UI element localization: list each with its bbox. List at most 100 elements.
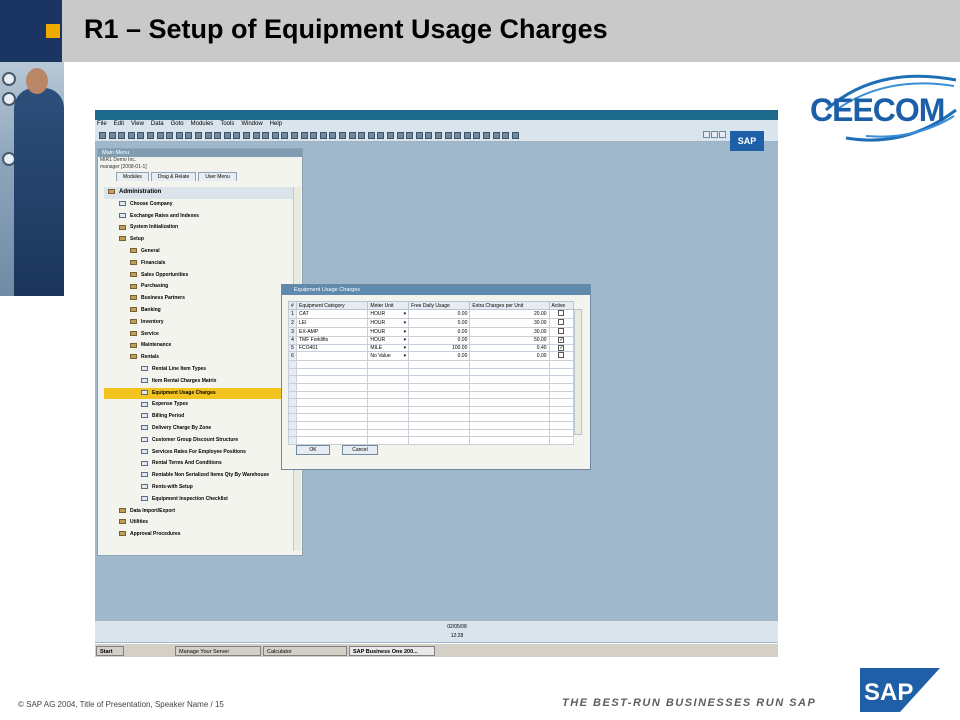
empty-cell[interactable] (288, 405, 297, 415)
empty-cell[interactable] (367, 375, 410, 384)
tree-item[interactable]: Billing Period (104, 411, 294, 423)
empty-cell[interactable] (408, 428, 471, 438)
empty-cell[interactable] (288, 420, 297, 430)
empty-cell[interactable] (367, 360, 410, 369)
toolbar-button-icon[interactable] (281, 132, 289, 139)
toolbar-button-icon[interactable] (137, 132, 145, 139)
empty-table-row[interactable] (288, 398, 575, 407)
taskbar-item-sap-b1[interactable]: SAP Business One 200... (349, 646, 435, 656)
empty-cell[interactable] (295, 420, 369, 430)
toolbar-button-icon[interactable] (377, 132, 385, 139)
toolbar-button-icon[interactable] (233, 132, 241, 139)
toolbar-button-icon[interactable] (204, 132, 212, 139)
empty-cell[interactable] (408, 382, 471, 392)
tree-item[interactable]: Administration (104, 187, 294, 199)
empty-table-row[interactable] (288, 405, 575, 415)
tree-item[interactable]: Services Rates For Employee Positions (104, 447, 294, 459)
tree-item[interactable]: Purchasing (104, 281, 294, 293)
ok-button[interactable]: OK (296, 445, 330, 455)
dropdown-arrow-icon[interactable]: ▾ (404, 345, 407, 351)
extra-charges-cell[interactable]: 30.00 (469, 318, 550, 328)
toolbar-button-icon[interactable] (425, 132, 433, 139)
dropdown-arrow-icon[interactable]: ▾ (404, 337, 407, 343)
tree-item[interactable]: Data Import/Export (104, 506, 294, 518)
empty-cell[interactable] (408, 436, 471, 445)
empty-cell[interactable] (288, 436, 297, 445)
toolbar-button-icon[interactable] (175, 132, 183, 139)
equipment-category-cell[interactable]: CAT (295, 309, 369, 319)
toolbar-button-icon[interactable] (147, 132, 154, 139)
active-checkbox[interactable]: ✓ (558, 337, 565, 344)
meter-unit-select[interactable]: HOUR ▾ (367, 327, 410, 337)
toolbar-button-icon[interactable] (99, 132, 106, 139)
tree-item[interactable]: Expense Types (104, 399, 294, 411)
empty-cell[interactable] (295, 405, 369, 415)
active-checkbox[interactable] (558, 310, 565, 316)
menu-item-data[interactable]: Data (151, 121, 164, 127)
tab-modules[interactable]: Modules (116, 172, 149, 181)
empty-cell[interactable] (408, 367, 471, 377)
toolbar-button-icon[interactable] (454, 132, 462, 139)
empty-cell[interactable] (367, 420, 410, 430)
empty-cell[interactable] (288, 360, 297, 369)
free-daily-usage-cell[interactable]: 0.00 (408, 309, 471, 319)
empty-cell[interactable] (295, 382, 369, 392)
toolbar-button-icon[interactable] (463, 132, 471, 139)
toolbar-button-icon[interactable] (262, 132, 270, 139)
menu-item-modules[interactable]: Modules (191, 121, 214, 127)
tree-item[interactable]: Rents-with Setup (104, 482, 294, 494)
toolbar-button-icon[interactable] (511, 132, 519, 139)
menu-item-view[interactable]: View (131, 121, 144, 127)
empty-cell[interactable] (548, 428, 575, 438)
toolbar-button-icon[interactable] (444, 132, 452, 139)
toolbar-button-icon[interactable] (166, 132, 174, 139)
tree-item[interactable]: Rental Terms And Conditions (104, 458, 294, 470)
toolbar-button-icon[interactable] (310, 132, 318, 139)
tree-item[interactable]: Rental Line Item Types (104, 364, 294, 376)
tree-item[interactable]: General (104, 246, 294, 258)
toolbar-button-icon[interactable] (195, 132, 202, 139)
empty-cell[interactable] (295, 360, 369, 369)
tree-item[interactable]: Item Rental Charges Matrix (104, 376, 294, 388)
toolbar-button-icon[interactable] (127, 132, 135, 139)
tab-user-menu[interactable]: User Menu (198, 172, 237, 181)
toolbar-button-icon[interactable] (319, 132, 327, 139)
table-row[interactable]: 5 FCO401 MILE ▾ 100.00 0.40 ✓ (288, 343, 575, 353)
table-row[interactable]: 3 EX-AMP HOUR ▾ 0.00 30.00 (288, 327, 575, 337)
toolbar-button-icon[interactable] (483, 132, 490, 139)
table-row[interactable]: 1 CAT HOUR ▾ 0.00 20.00 (288, 309, 575, 319)
toolbar-button-icon[interactable] (339, 132, 346, 139)
toolbar-button-icon[interactable] (348, 132, 356, 139)
empty-cell[interactable] (288, 375, 297, 384)
empty-cell[interactable] (548, 375, 575, 384)
dropdown-arrow-icon[interactable]: ▾ (404, 320, 407, 326)
row-number[interactable]: 4 (288, 336, 297, 345)
empty-cell[interactable] (408, 360, 471, 369)
toolbar-button-icon[interactable] (108, 132, 116, 139)
empty-cell[interactable] (288, 367, 297, 377)
empty-table-row[interactable] (288, 382, 575, 392)
active-checkbox[interactable] (558, 319, 565, 325)
tree-item[interactable]: Maintenance (104, 340, 294, 352)
empty-cell[interactable] (469, 360, 550, 369)
meter-unit-select[interactable]: HOUR ▾ (367, 309, 410, 319)
empty-cell[interactable] (548, 420, 575, 430)
toolbar-button-icon[interactable] (387, 132, 394, 139)
empty-cell[interactable] (548, 360, 575, 369)
empty-cell[interactable] (367, 382, 410, 392)
tree-item[interactable]: Approval Procedures (104, 529, 294, 541)
toolbar-button-icon[interactable] (415, 132, 423, 139)
tree-item[interactable]: Sales Opportunities (104, 270, 294, 282)
empty-cell[interactable] (548, 413, 575, 422)
column-header[interactable]: Free Daily Usage (408, 301, 471, 310)
taskbar-item-calculator[interactable]: Calculator (263, 646, 347, 656)
toolbar-button-icon[interactable] (406, 132, 414, 139)
empty-table-row[interactable] (288, 390, 575, 400)
row-number[interactable]: 1 (288, 309, 297, 319)
menu-item-window[interactable]: Window (241, 121, 262, 127)
empty-cell[interactable] (469, 382, 550, 392)
menu-item-tools[interactable]: Tools (220, 121, 234, 127)
empty-cell[interactable] (548, 405, 575, 415)
empty-cell[interactable] (548, 436, 575, 445)
toolbar-button-icon[interactable] (214, 132, 222, 139)
